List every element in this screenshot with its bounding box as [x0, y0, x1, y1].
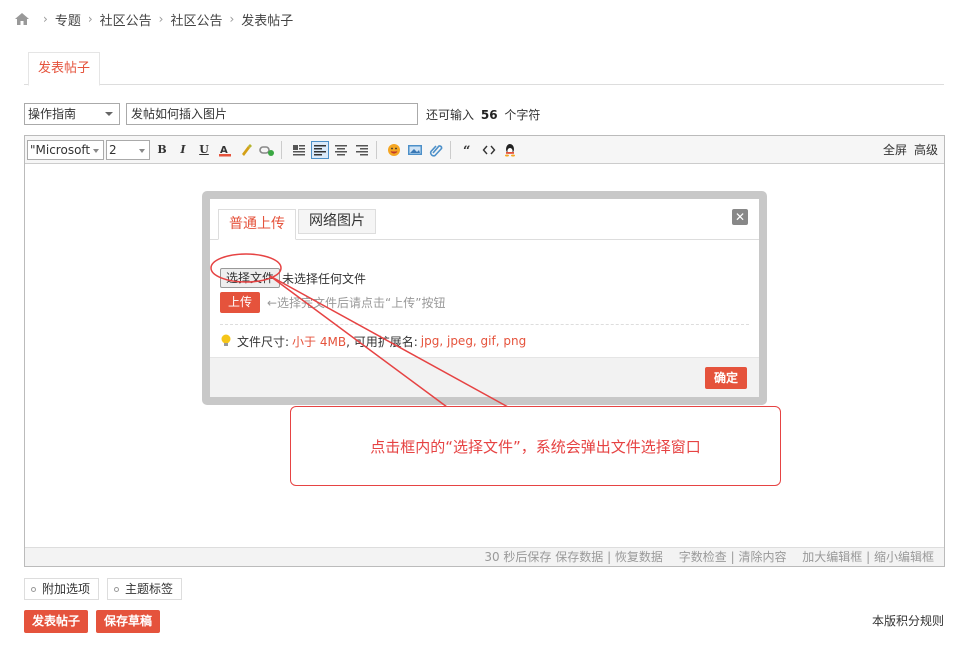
credit-rules-link[interactable]: 本版积分规则: [872, 612, 944, 629]
post-actions: 发表帖子 保存草稿: [24, 610, 161, 633]
annotation-overlay: [210, 253, 509, 408]
post-options: 附加选项 主题标签: [24, 578, 183, 600]
bullet-icon: [114, 586, 120, 592]
highlight-ellipse: [210, 253, 282, 283]
submit-post-button[interactable]: 发表帖子: [24, 610, 89, 633]
save-draft-button[interactable]: 保存草稿: [96, 610, 161, 633]
annotation-callout: 点击框内的“选择文件”，系统会弹出文件选择窗口: [290, 406, 781, 486]
pointer-line: [269, 275, 509, 408]
topic-tags-toggle[interactable]: 主题标签: [107, 578, 183, 600]
topic-tags-label: 主题标签: [125, 582, 174, 596]
extra-options-toggle[interactable]: 附加选项: [24, 578, 100, 600]
extra-options-label: 附加选项: [42, 582, 91, 596]
pointer-line: [269, 275, 448, 408]
bullet-icon: [31, 586, 36, 592]
